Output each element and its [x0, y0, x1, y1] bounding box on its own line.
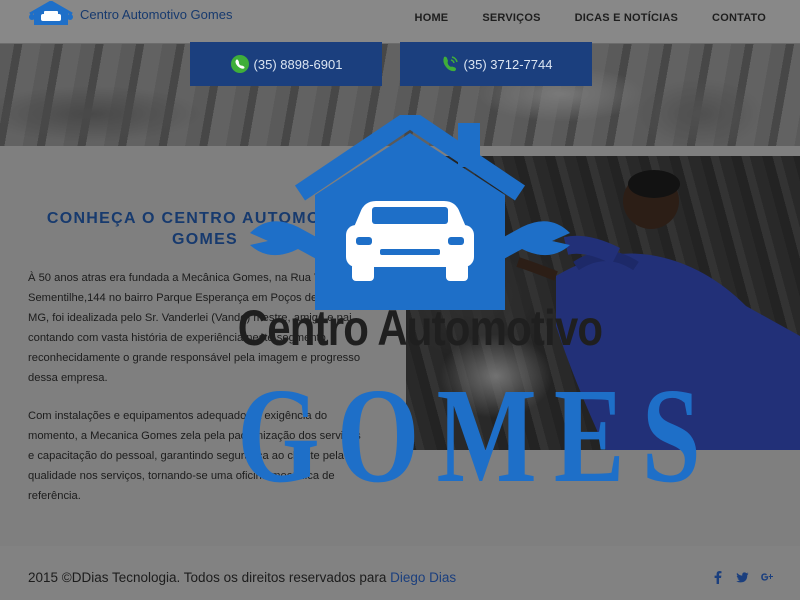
brand-link[interactable]: Centro Automotivo Gomes [28, 0, 232, 28]
whatsapp-number: (35) 8898-6901 [253, 56, 343, 72]
social-links [712, 570, 773, 584]
landline-number: (35) 3712-7744 [463, 56, 553, 72]
google-plus-icon[interactable] [760, 570, 773, 584]
nav-contact[interactable]: CONTATO [712, 12, 766, 24]
copyright-text: 2015 ©DDias Tecnologia. Todos os direito… [28, 570, 456, 585]
copyright-label: 2015 ©DDias Tecnologia. Todos os direito… [28, 570, 391, 585]
nav-home[interactable]: HOME [415, 12, 449, 24]
logo-title-line1: Centro Automotivo [237, 300, 603, 356]
brand-logo-icon [29, 1, 73, 25]
twitter-icon[interactable] [736, 570, 749, 584]
main-nav: HOME SERVIÇOS DICAS E NOTÍCIAS CONTATO [415, 12, 800, 24]
logo-title-line2: GOMES [237, 361, 718, 511]
whatsapp-icon [230, 55, 249, 73]
brand-name: Centro Automotivo Gomes [80, 6, 233, 22]
phone-icon [442, 56, 458, 72]
nav-tips-news[interactable]: DICAS E NOTÍCIAS [575, 12, 678, 24]
gomes-logo-emblem [250, 115, 570, 310]
nav-services[interactable]: SERVIÇOS [482, 12, 540, 24]
whatsapp-phone-button[interactable]: (35) 8898-6901 [190, 42, 382, 86]
footer: 2015 ©DDias Tecnologia. Todos os direito… [0, 546, 800, 600]
top-navbar: Centro Automotivo Gomes HOME SERVIÇOS DI… [0, 0, 800, 44]
facebook-icon[interactable] [712, 570, 724, 584]
author-link[interactable]: Diego Dias [390, 570, 456, 585]
landline-phone-button[interactable]: (35) 3712-7744 [400, 42, 592, 86]
